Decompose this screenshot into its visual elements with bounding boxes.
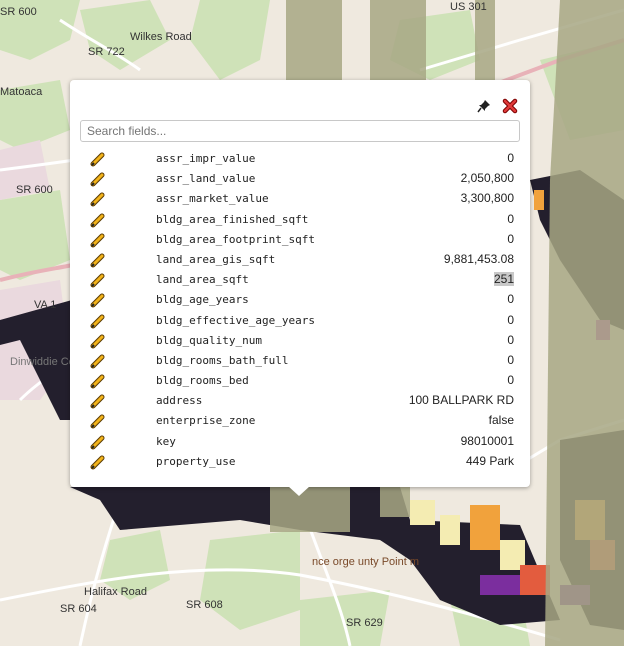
pencil-icon (90, 394, 105, 409)
map-label: SR 604 (60, 603, 97, 615)
field-value: 0 (507, 231, 514, 246)
pencil-icon (90, 293, 105, 308)
field-name: land_area_sqft (156, 273, 249, 287)
edit-field-button[interactable] (90, 232, 106, 248)
field-name: bldg_area_footprint_sqft (156, 232, 315, 246)
close-button[interactable] (500, 96, 520, 116)
field-name: land_area_gis_sqft (156, 252, 276, 266)
popup-pointer (288, 486, 310, 496)
pencil-icon (90, 374, 105, 389)
map-label: SR 722 (88, 46, 125, 58)
field-value: 9,881,453.08 (443, 251, 514, 266)
edit-field-button[interactable] (90, 252, 106, 268)
pin-button[interactable] (474, 96, 494, 116)
pencil-icon (90, 354, 105, 369)
field-row-assr_impr_value: assr_impr_value 0 (80, 149, 520, 169)
field-value: 251 (493, 272, 514, 287)
map-label: SR 600 (16, 184, 53, 196)
pencil-icon (90, 213, 105, 228)
map-label: Matoaca (0, 86, 43, 98)
pencil-icon (90, 233, 105, 248)
field-row-assr_market_value: assr_market_value 3,300,800 (80, 189, 520, 209)
field-value: 98010001 (460, 433, 514, 448)
field-value: 0 (507, 373, 514, 388)
field-row-key: key 98010001 (80, 432, 520, 452)
field-row-land_area_sqft: land_area_sqft 251 (80, 270, 520, 290)
field-row-bldg_age_years: bldg_age_years 0 (80, 290, 520, 310)
field-value: 2,050,800 (460, 171, 514, 186)
field-value: 449 Park (465, 453, 514, 468)
field-value: 0 (507, 292, 514, 307)
field-name: bldg_age_years (156, 293, 249, 307)
pencil-icon (90, 273, 105, 288)
edit-field-button[interactable] (90, 151, 106, 167)
map-label: VA 1 (34, 299, 56, 311)
field-row-bldg_rooms_bed: bldg_rooms_bed 0 (80, 371, 520, 391)
pencil-icon (90, 435, 105, 450)
edit-field-button[interactable] (90, 313, 106, 329)
field-row-bldg_rooms_bath_full: bldg_rooms_bath_full 0 (80, 351, 520, 371)
field-name: assr_impr_value (156, 152, 256, 165)
field-row-land_area_gis_sqft: land_area_gis_sqft 9,881,453.08 (80, 250, 520, 270)
map-label: US 301 (450, 1, 487, 13)
edit-field-button[interactable] (90, 454, 106, 470)
field-value: false (488, 413, 514, 428)
field-name: address (156, 394, 203, 408)
field-row-bldg_area_finished_sqft: bldg_area_finished_sqft 0 (80, 210, 520, 230)
pencil-icon (90, 455, 105, 470)
pencil-icon (90, 152, 105, 167)
edit-field-button[interactable] (90, 434, 106, 450)
field-row-bldg_effective_age_years: bldg_effective_age_years 0 (80, 311, 520, 331)
field-name: bldg_rooms_bed (156, 374, 249, 388)
field-row-assr_land_value: assr_land_value 2,050,800 (80, 169, 520, 189)
field-name: bldg_effective_age_years (156, 313, 315, 327)
map-label: nce orge unty Point m (312, 556, 419, 568)
pencil-icon (90, 414, 105, 429)
edit-field-button[interactable] (90, 413, 106, 429)
field-value: 0 (507, 352, 514, 367)
edit-field-button[interactable] (90, 292, 106, 308)
map-label: SR 608 (186, 599, 223, 611)
map-label: SR 600 (0, 6, 37, 18)
pin-icon (477, 100, 490, 113)
field-name: enterprise_zone (156, 414, 256, 428)
edit-field-button[interactable] (90, 333, 106, 349)
field-row-bldg_quality_num: bldg_quality_num 0 (80, 331, 520, 351)
field-value: 0 (507, 312, 514, 327)
search-fields-input[interactable] (80, 120, 520, 142)
field-name: key (156, 434, 176, 448)
field-list: assr_impr_value 0 assr_land_value 2,050,800… (80, 149, 520, 472)
field-row-address: address 100 BALLPARK RD (80, 391, 520, 411)
field-row-bldg_area_footprint_sqft: bldg_area_footprint_sqft 0 (80, 230, 520, 250)
edit-field-button[interactable] (90, 212, 106, 228)
field-name: bldg_quality_num (156, 333, 262, 347)
field-value: 0 (507, 151, 514, 165)
edit-field-button[interactable] (90, 171, 106, 187)
map-label: Wilkes Road (130, 31, 192, 43)
field-value: 0 (507, 211, 514, 226)
field-value: 0 (507, 332, 514, 347)
edit-field-button[interactable] (90, 353, 106, 369)
edit-field-button[interactable] (90, 393, 106, 409)
field-name: bldg_area_finished_sqft (156, 212, 309, 226)
edit-field-button[interactable] (90, 191, 106, 207)
pencil-icon (90, 314, 105, 328)
close-icon (502, 98, 518, 114)
field-name: assr_market_value (156, 192, 269, 206)
field-name: assr_land_value (156, 172, 256, 186)
pencil-icon (90, 192, 105, 207)
pencil-icon (90, 172, 105, 187)
edit-field-button[interactable] (90, 373, 106, 389)
edit-field-button[interactable] (90, 272, 106, 288)
map-label: Halifax Road (84, 586, 147, 598)
field-row-property_use: property_use 449 Park (80, 452, 520, 472)
field-value: 100 BALLPARK RD (408, 393, 514, 408)
pencil-icon (90, 253, 105, 268)
field-name: property_use (156, 454, 236, 468)
field-value: 3,300,800 (460, 191, 514, 206)
map-label: SR 629 (346, 617, 383, 629)
field-name: bldg_rooms_bath_full (156, 353, 289, 367)
field-row-enterprise_zone: enterprise_zone false (80, 411, 520, 431)
pencil-icon (90, 334, 105, 349)
